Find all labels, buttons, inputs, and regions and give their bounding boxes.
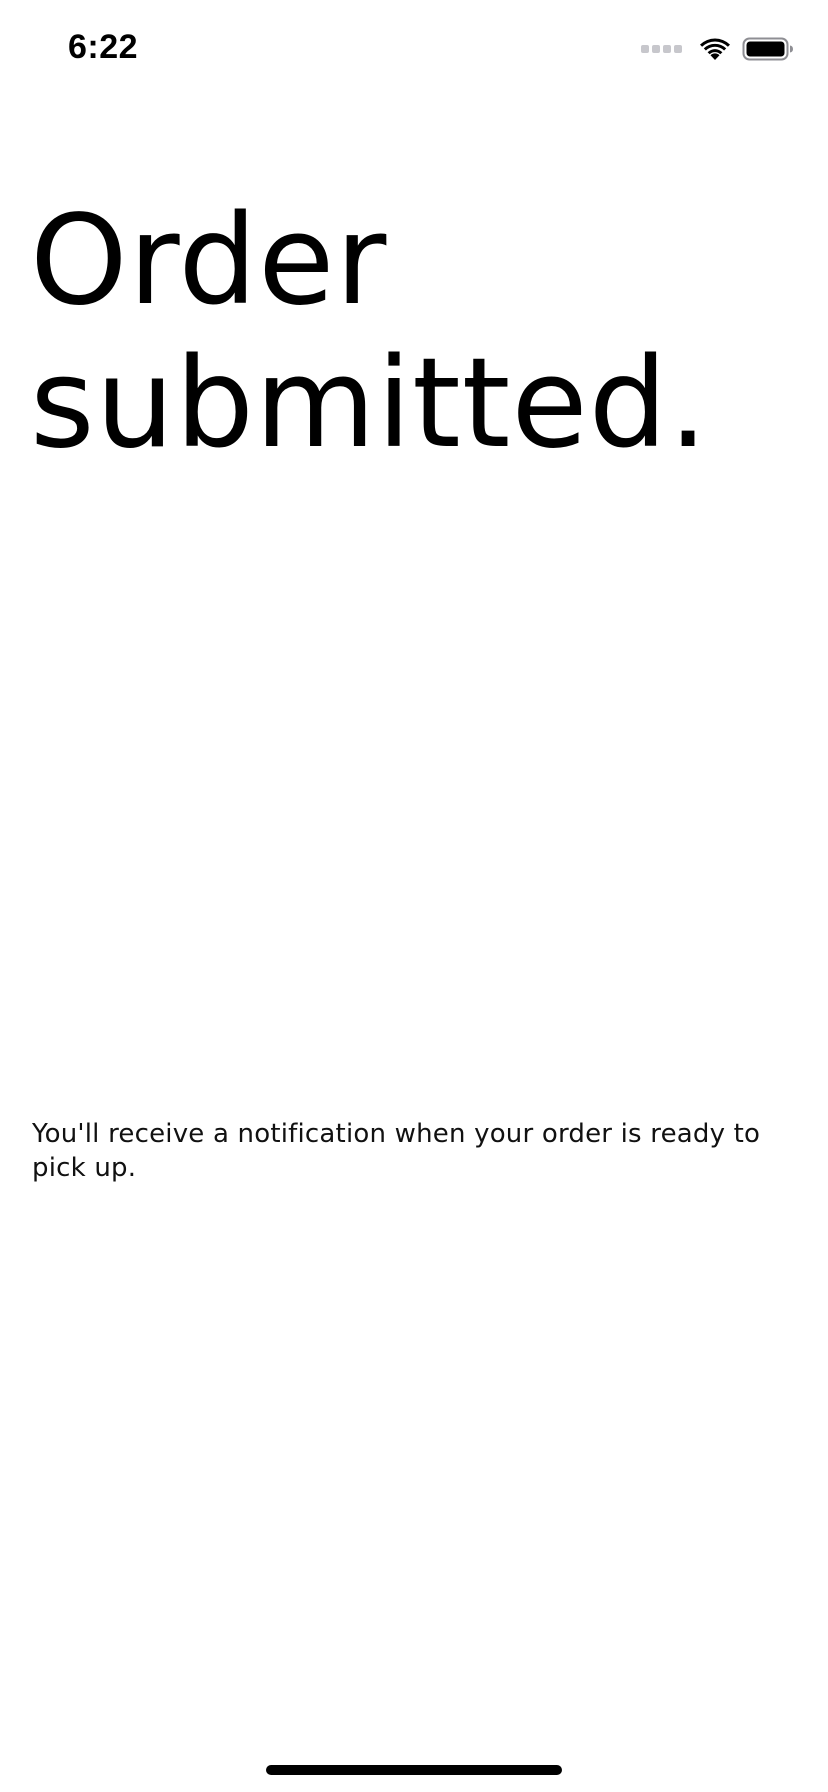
home-indicator[interactable] xyxy=(266,1765,562,1775)
status-bar: 6:22 xyxy=(0,0,828,100)
confirmation-message: You'll receive a notification when your … xyxy=(32,1119,761,1183)
cellular-signal-icon xyxy=(641,45,682,53)
status-icons xyxy=(641,36,794,62)
page-title: Order submitted. xyxy=(30,189,709,476)
battery-icon xyxy=(742,37,793,61)
wifi-icon xyxy=(700,38,730,60)
status-time: 6:22 xyxy=(68,28,139,66)
